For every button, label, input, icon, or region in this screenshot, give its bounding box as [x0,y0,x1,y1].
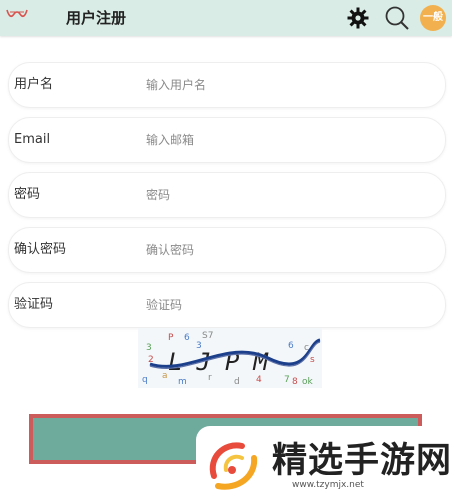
form-row-confirm-password: 确认密码 [8,227,446,273]
watermark-logo-icon [209,442,258,490]
gear-icon[interactable] [346,6,370,30]
captcha-noise-char: S7 [202,331,213,341]
search-icon[interactable] [383,4,411,32]
captcha-noise-char: q [142,375,148,385]
app-header: 用户注册 一般 [0,0,452,36]
password-input[interactable] [139,183,436,207]
confirm-password-input[interactable] [139,238,436,262]
captcha-noise-char: 3 [146,343,152,353]
captcha-image[interactable]: P 6 S7 3 2 3 6 c s a q m d 4 r 7 8 ok LJ… [138,328,322,388]
form-row-password: 密码 [8,172,446,218]
captcha-noise-char: m [178,377,187,387]
captcha-noise-char: ok [302,377,314,387]
page-title: 用户注册 [66,9,127,27]
watermark-text: 精选手游网 [272,441,452,481]
avatar[interactable]: 一般 [420,5,446,31]
username-input[interactable] [139,73,436,97]
captcha-noise-char: 6 [288,341,294,351]
username-label: 用户名 [14,77,54,92]
captcha-label: 验证码 [14,297,54,312]
password-label: 密码 [14,187,41,202]
captcha-noise-char: 7 [284,375,290,385]
form-row-username: 用户名 [8,62,446,108]
captcha-noise-char: 4 [256,375,262,385]
captcha-noise-char: a [162,371,168,381]
form-row-email: Email [8,117,446,163]
watermark-badge: 精选手游网 www.tzymjx.net [196,426,452,500]
confirm-password-label: 确认密码 [14,242,67,257]
captcha-noise-char: 6 [184,333,190,343]
logo-icon[interactable] [6,8,28,22]
captcha-input[interactable] [139,293,436,317]
form-row-captcha: 验证码 [8,282,446,328]
email-label: Email [14,132,51,147]
captcha-text: LJPM [168,348,282,376]
captcha-noise-char: 8 [292,377,298,387]
captcha-noise-char: d [234,377,240,387]
captcha-noise-char: s [310,355,315,365]
captcha-noise-char: P [168,333,174,343]
watermark-url: www.tzymjx.net [292,480,364,490]
email-input[interactable] [139,128,436,152]
